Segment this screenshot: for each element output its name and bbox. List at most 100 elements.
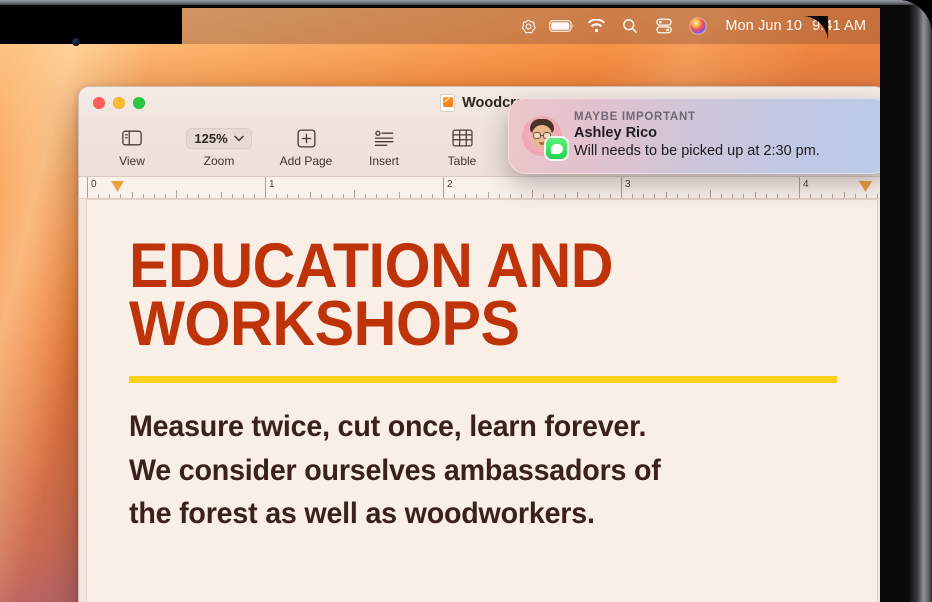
ruler-tick [354, 190, 355, 198]
ruler-tick [342, 194, 344, 198]
ruler-tick [576, 192, 578, 198]
ruler-tick [365, 194, 367, 198]
ruler-major-tick [87, 177, 88, 198]
toolbar-item-insert[interactable]: Insert [345, 121, 423, 168]
ruler-major-tick [799, 177, 800, 198]
ruler-tick [420, 194, 422, 198]
image-playground-icon[interactable] [511, 8, 545, 44]
spotlight-search-icon[interactable] [613, 8, 647, 44]
ruler-tick [454, 194, 456, 198]
toolbar-item-zoom[interactable]: 125% Zoom [171, 121, 267, 168]
ruler-tick [865, 194, 867, 198]
ruler-tick [176, 190, 177, 198]
ruler-tick [565, 194, 567, 198]
zoom-value: 125% [194, 130, 228, 146]
ruler-tick [654, 194, 656, 198]
ruler-number: 3 [625, 179, 631, 190]
bezel-top-frame [0, 0, 932, 5]
ruler-tick [687, 194, 689, 198]
ruler-major-tick [443, 177, 444, 198]
ruler-tick [598, 194, 600, 198]
ruler-tick [409, 194, 411, 198]
ruler-tick [810, 194, 812, 198]
toolbar-label-zoom: Zoom [203, 154, 235, 168]
ruler-tick [487, 192, 489, 198]
wifi-icon[interactable] [579, 8, 613, 44]
ruler-tick [298, 194, 300, 198]
ruler-major-tick [265, 177, 266, 198]
ruler-tick [532, 190, 533, 198]
control-center-icon[interactable] [647, 8, 681, 44]
ruler-tick [220, 192, 222, 198]
ruler-number: 1 [269, 179, 275, 190]
ruler-tick [509, 194, 511, 198]
macbook-device: Mon Jun 10 9:41 AM Woodcra View 125% Zoo… [0, 0, 932, 602]
ruler-tick [98, 194, 100, 198]
ruler-tick [376, 194, 378, 198]
ruler-tick [776, 194, 778, 198]
ruler-number: 2 [447, 179, 453, 190]
siri-icon[interactable] [681, 8, 715, 44]
zoom-control[interactable]: 125% [186, 125, 252, 151]
ruler-tick [732, 194, 734, 198]
add-page-icon [296, 125, 316, 151]
menu-bar-clock[interactable]: Mon Jun 10 9:41 AM [725, 18, 866, 34]
ruler[interactable]: 0 1 2 3 4 [79, 177, 880, 199]
chevron-down-icon [233, 135, 244, 141]
ruler-tick [242, 194, 244, 198]
ruler-number: 0 [91, 179, 97, 190]
notch-shape [0, 8, 182, 44]
ruler-tick [398, 192, 400, 198]
pages-document-icon [440, 94, 456, 112]
notification-kicker: MAYBE IMPORTANT [574, 111, 696, 124]
ruler-tick [543, 194, 545, 198]
notification-message: Will needs to be picked up at 2:30 pm. [574, 143, 820, 160]
ruler-tick [287, 194, 289, 198]
ruler-tick [698, 194, 700, 198]
ruler-tick [665, 192, 667, 198]
ruler-tick [721, 194, 723, 198]
toolbar-item-add-page[interactable]: Add Page [267, 121, 345, 168]
ruler-tick [587, 194, 589, 198]
ruler-tick [476, 194, 478, 198]
ruler-tick [743, 194, 745, 198]
screen-corner-mask [802, 16, 828, 42]
ruler-tick [387, 194, 389, 198]
ruler-tick [231, 194, 233, 198]
ruler-tick [554, 194, 556, 198]
sidebar-icon [122, 125, 142, 151]
ruler-tick [164, 194, 166, 198]
zoom-dropdown[interactable]: 125% [186, 127, 252, 149]
ruler-tick [821, 194, 823, 198]
ruler-tick [643, 194, 645, 198]
toolbar-item-view[interactable]: View [93, 121, 171, 168]
ruler-tick [109, 194, 111, 198]
battery-icon[interactable] [545, 8, 579, 44]
notification-sender: Ashley Rico [574, 125, 657, 142]
ruler-tick [187, 194, 189, 198]
ruler-tick [754, 192, 756, 198]
notification-banner[interactable]: MAYBE IMPORTANT Ashley Rico Will needs t… [508, 98, 880, 174]
ruler-tick [843, 192, 845, 198]
document-headline: EDUCATION AND WORKSHOPS [129, 231, 614, 359]
ruler-tick [520, 194, 522, 198]
ruler-tick [854, 194, 856, 198]
toolbar-label-insert: Insert [368, 154, 399, 168]
ruler-tick [832, 194, 834, 198]
ruler-tick [676, 194, 678, 198]
document-page[interactable]: EDUCATION AND WORKSHOPS Measure twice, c… [87, 200, 877, 602]
ruler-tick [498, 194, 500, 198]
screen: Mon Jun 10 9:41 AM Woodcra View 125% Zoo… [0, 8, 880, 602]
bezel-right-edge [880, 0, 932, 602]
table-icon [451, 125, 473, 151]
toolbar-item-table[interactable]: Table [423, 121, 501, 168]
camera-icon [72, 38, 80, 46]
ruler-tick [253, 194, 255, 198]
ruler-tick [276, 194, 278, 198]
document-body-text: Measure twice, cut once, learn forever. … [129, 409, 661, 531]
ruler-tick [142, 194, 144, 198]
ruler-tick [710, 190, 711, 198]
ruler-tick [787, 194, 789, 198]
ruler-tick [209, 194, 211, 198]
ruler-tick [331, 194, 333, 198]
